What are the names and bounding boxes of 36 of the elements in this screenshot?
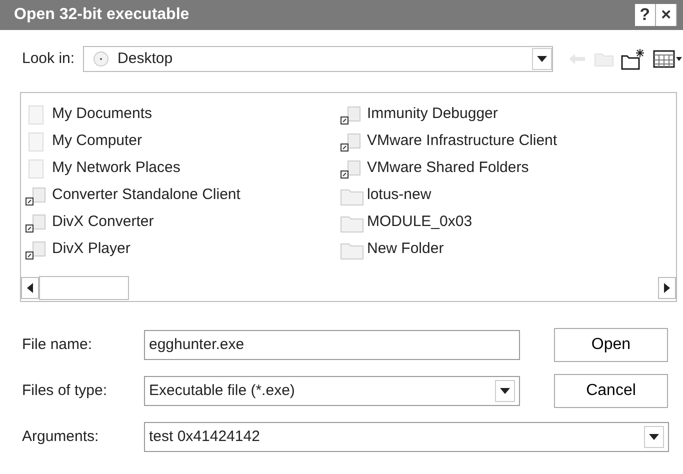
window-title: Open 32-bit executable [14, 5, 190, 25]
file-item[interactable]: lotus-new [340, 182, 676, 209]
file-item[interactable]: VMware Shared Folders [340, 155, 676, 182]
file-item[interactable]: VMware Infrastructure Client [340, 128, 676, 155]
file-item[interactable]: My Computer [25, 128, 340, 155]
arguments-label: Arguments: [22, 426, 100, 447]
dropdown-arrow-icon [500, 388, 510, 394]
file-item[interactable]: DivX Converter [25, 209, 340, 236]
scroll-right-button[interactable] [658, 277, 676, 299]
look-in-label: Look in: [22, 48, 75, 69]
file-type-label: Files of type: [22, 380, 108, 401]
cancel-button[interactable]: Cancel [554, 374, 668, 408]
scrollbar-thumb[interactable] [39, 276, 129, 300]
arguments-dropdown[interactable]: test 0x41424142 [144, 422, 669, 452]
file-item[interactable]: Immunity Debugger [340, 101, 676, 128]
file-item[interactable]: MODULE_0x03 [340, 209, 676, 236]
look-in-value: Desktop [118, 48, 173, 69]
file-name-label: File name: [22, 334, 94, 355]
file-type-dropdown[interactable]: Executable file (*.exe) [144, 376, 520, 406]
file-item[interactable]: My Documents [25, 101, 340, 128]
file-item[interactable]: New Folder [340, 236, 676, 263]
dropdown-arrow-icon [536, 56, 547, 62]
file-item[interactable]: My Network Places [25, 155, 340, 182]
right-arrow-icon [664, 283, 670, 293]
view-menu-icon[interactable] [652, 50, 683, 68]
open-button[interactable]: Open [554, 328, 668, 362]
left-arrow-icon [27, 283, 33, 293]
new-folder-icon[interactable] [621, 48, 646, 70]
scroll-left-button[interactable] [21, 277, 39, 299]
look-in-dropdown[interactable]: Desktop [82, 46, 553, 72]
dropdown-arrow-icon [649, 434, 659, 440]
file-item[interactable]: Converter Standalone Client [25, 182, 340, 209]
close-button[interactable]: × [656, 4, 677, 26]
help-button[interactable]: ? [634, 4, 656, 26]
file-item[interactable]: DivX Player [25, 236, 340, 263]
file-name-field[interactable]: egghunter.exe [144, 330, 520, 360]
